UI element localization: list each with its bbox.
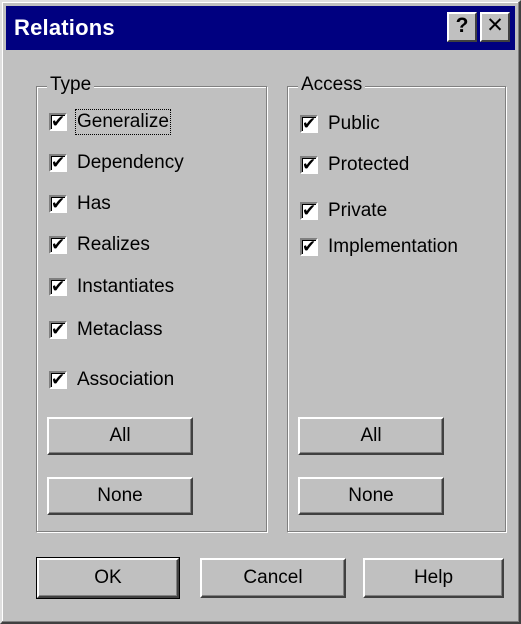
title-bar[interactable]: Relations ? ✕ [6,6,515,50]
checkbox-label: Association [77,369,175,390]
implementation-checkbox[interactable]: ✔ Implementation [300,234,458,260]
checkbox-label: Dependency [77,152,184,173]
window-title: Relations [14,15,115,40]
checkbox-label: Instantiates [77,276,175,297]
access-group-label: Access [298,74,366,96]
help-button[interactable]: Help [363,558,504,598]
checkbox-box[interactable]: ✔ [49,236,67,254]
private-checkbox[interactable]: ✔ Private [300,198,387,224]
checkbox-box[interactable]: ✔ [49,278,67,296]
checkbox-label: Public [328,113,380,134]
checkbox-label: Metaclass [77,319,163,340]
checkbox-label: Realizes [77,234,150,255]
checkbox-box[interactable]: ✔ [300,115,318,133]
checkbox-box[interactable]: ✔ [300,202,318,220]
checkbox-box[interactable]: ✔ [300,156,318,174]
access-group: Access ✔ Public ✔ Protected ✔ Private ✔ … [287,74,506,532]
ok-button[interactable]: OK [36,557,180,599]
type-group-label: Type [47,74,95,96]
checkbox-label: Implementation [328,236,458,257]
protected-checkbox[interactable]: ✔ Protected [300,152,409,178]
help-icon[interactable]: ? [447,12,477,42]
realizes-checkbox[interactable]: ✔ Realizes [49,232,150,258]
checkbox-box[interactable]: ✔ [49,371,67,389]
metaclass-checkbox[interactable]: ✔ Metaclass [49,317,163,343]
cancel-button[interactable]: Cancel [200,558,346,598]
type-group: Type ✔ Generalize ✔ Dependency ✔ Has ✔ R… [36,74,267,532]
checkbox-box[interactable]: ✔ [49,195,67,213]
generalize-checkbox[interactable]: ✔ Generalize [49,109,171,135]
relations-dialog: Relations ? ✕ Type ✔ Generalize ✔ Depend… [0,0,521,624]
association-checkbox[interactable]: ✔ Association [49,367,174,393]
dependency-checkbox[interactable]: ✔ Dependency [49,150,184,176]
access-none-button[interactable]: None [298,477,444,515]
type-none-button[interactable]: None [47,477,193,515]
checkbox-box[interactable]: ✔ [49,113,67,131]
public-checkbox[interactable]: ✔ Public [300,111,380,137]
checkbox-label: Has [77,193,111,214]
checkbox-box[interactable]: ✔ [49,321,67,339]
close-icon[interactable]: ✕ [480,12,510,42]
checkbox-label: Generalize [75,109,171,135]
has-checkbox[interactable]: ✔ Has [49,191,111,217]
access-all-button[interactable]: All [298,417,444,455]
instantiates-checkbox[interactable]: ✔ Instantiates [49,274,174,300]
checkbox-box[interactable]: ✔ [300,238,318,256]
type-all-button[interactable]: All [47,417,193,455]
checkbox-box[interactable]: ✔ [49,154,67,172]
checkbox-label: Protected [328,154,410,175]
checkbox-label: Private [328,200,388,221]
